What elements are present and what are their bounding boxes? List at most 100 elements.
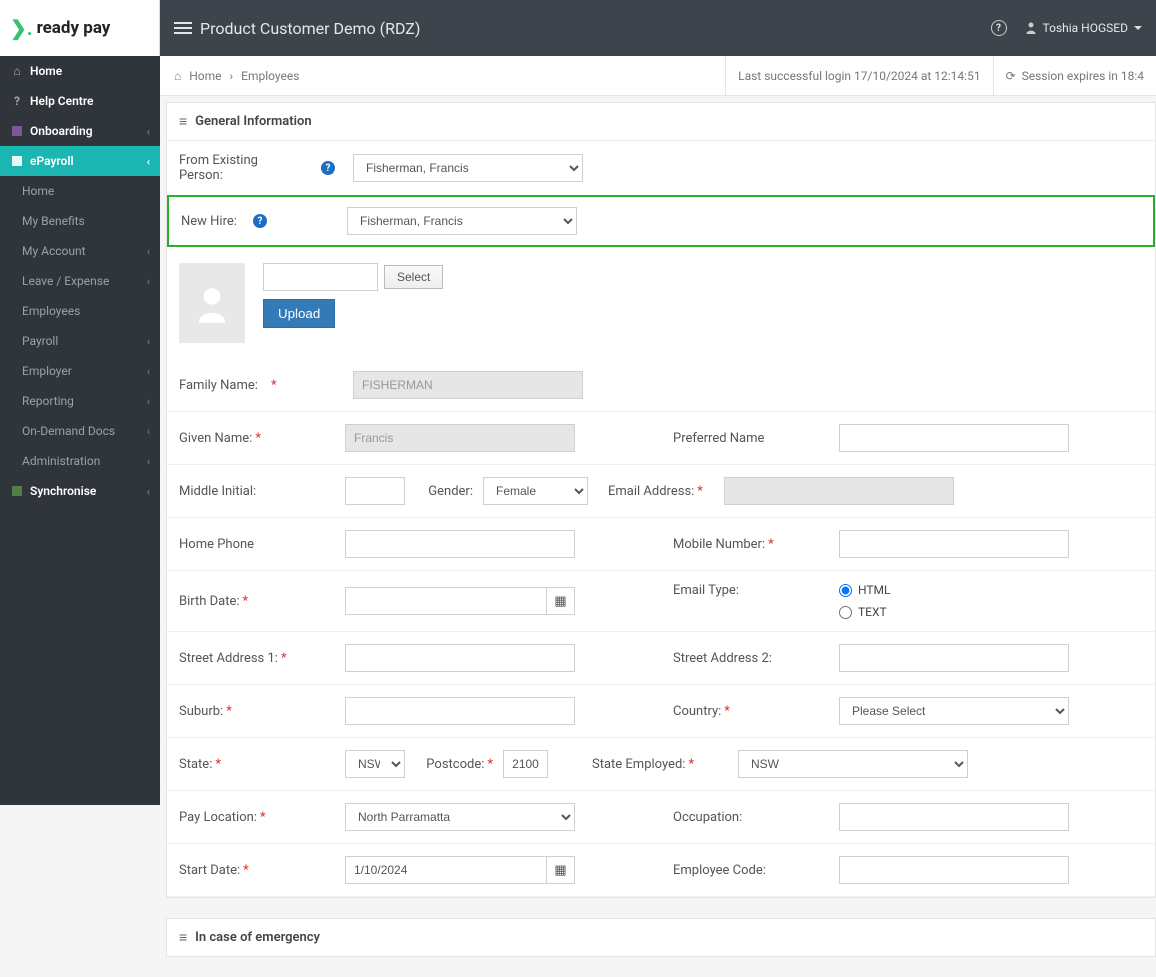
street2-input[interactable] <box>839 644 1069 672</box>
sidebar-item-label: On-Demand Docs <box>22 424 115 438</box>
postcode-input[interactable] <box>503 750 548 778</box>
label-occupation: Occupation: <box>673 810 829 825</box>
sidebar-item-label: Reporting <box>22 394 74 408</box>
panel-title: General Information <box>195 114 311 129</box>
session-expiry-info: ⟳Session expires in 18:4 <box>993 56 1156 95</box>
label-text: Pay Location: <box>179 810 257 825</box>
email-input <box>724 477 954 505</box>
panel-header: ≡ In case of emergency <box>167 919 1155 956</box>
breadcrumb-bar: ⌂ Home › Employees Last successful login… <box>160 56 1156 96</box>
sidebar-item-epayroll[interactable]: ePayroll‹ <box>0 146 160 176</box>
upload-button[interactable]: Upload <box>263 299 335 328</box>
sidebar-item-reporting[interactable]: Reporting ‹ <box>0 386 160 416</box>
sidebar-item-my-benefits[interactable]: My Benefits <box>0 206 160 236</box>
row-from-existing: From Existing Person: ? Fisherman, Franc… <box>167 141 1155 196</box>
home-phone-input[interactable] <box>345 530 575 558</box>
radio-label: HTML <box>858 583 891 597</box>
label-preferred-name: Preferred Name <box>673 431 829 446</box>
chevron-left-icon: ‹ <box>147 395 150 408</box>
chevron-left-icon: ‹ <box>147 335 150 348</box>
list-icon: ≡ <box>179 929 187 946</box>
chevron-left-icon: ‹ <box>147 455 150 468</box>
sidebar-item-label: Employer <box>22 364 72 378</box>
file-name-input[interactable] <box>263 263 378 291</box>
chevron-left-icon: ‹ <box>147 275 150 288</box>
pay-location-select[interactable]: North Parramatta <box>345 803 575 831</box>
label-street1: Street Address 1:* <box>179 651 335 666</box>
radio-html[interactable] <box>839 584 852 597</box>
calendar-icon[interactable]: ▦ <box>547 856 575 884</box>
sidebar-item-ondemand-docs[interactable]: On-Demand Docs‹ <box>0 416 160 446</box>
last-login-info: Last successful login 17/10/2024 at 12:1… <box>725 56 992 95</box>
state-employed-select[interactable]: NSW <box>738 750 968 778</box>
chevron-left-icon: ‹ <box>147 125 150 138</box>
help-icon[interactable]: ? <box>991 20 1007 36</box>
sidebar-item-my-account[interactable]: My Account‹ <box>0 236 160 266</box>
row-birth-emailtype: Birth Date:* ▦ Email Type: HTML TEXT <box>167 571 1155 632</box>
birth-date-input[interactable] <box>345 587 547 615</box>
label-birth-date: Birth Date:* <box>179 594 335 609</box>
select-file-button[interactable]: Select <box>384 265 443 289</box>
label-text: Start Date: <box>179 863 240 878</box>
sidebar-item-leave-expense[interactable]: Leave / Expense ‹ <box>0 266 160 296</box>
help-icon[interactable]: ? <box>253 214 267 228</box>
country-select[interactable]: Please Select <box>839 697 1069 725</box>
middle-initial-input[interactable] <box>345 477 405 505</box>
email-type-text[interactable]: TEXT <box>839 605 891 619</box>
street1-input[interactable] <box>345 644 575 672</box>
suburb-input[interactable] <box>345 697 575 725</box>
calendar-icon[interactable]: ▦ <box>547 587 575 615</box>
chevron-right-icon: › <box>230 69 234 83</box>
panel-header: ≡ General Information <box>167 103 1155 141</box>
sidebar-item-label: Employees <box>22 304 80 318</box>
sidebar-item-synchronise[interactable]: Synchronise‹ <box>0 476 160 506</box>
sidebar-item-label: Administration <box>22 454 100 468</box>
employee-code-input[interactable] <box>839 856 1069 884</box>
label-text: Mobile Number: <box>673 537 765 552</box>
start-date-input[interactable] <box>345 856 547 884</box>
brand-logo: ❯. ready pay <box>0 0 160 56</box>
label-suburb: Suburb:* <box>179 704 335 719</box>
label-text: Email Address: <box>608 484 694 499</box>
refresh-icon[interactable]: ⟳ <box>1006 69 1016 83</box>
label-middle-initial: Middle Initial: <box>179 484 335 499</box>
label-text: Street Address 1: <box>179 651 278 666</box>
sidebar-item-employees[interactable]: Employees <box>0 296 160 326</box>
new-hire-select[interactable]: Fisherman, Francis <box>347 207 577 235</box>
user-menu[interactable]: Toshia HOGSED <box>1025 21 1142 35</box>
menu-toggle-icon[interactable] <box>174 22 192 34</box>
sidebar-item-onboarding[interactable]: Onboarding‹ <box>0 116 160 146</box>
row-street: Street Address 1:* Street Address 2: <box>167 632 1155 685</box>
sidebar-item-help-centre[interactable]: ?Help Centre <box>0 86 160 116</box>
label-text: Suburb: <box>179 704 223 719</box>
row-middle-gender-email: Middle Initial: Gender: Female Email Add… <box>167 465 1155 518</box>
sidebar-item-payroll[interactable]: Payroll‹ <box>0 326 160 356</box>
home-icon: ⌂ <box>12 66 22 76</box>
from-existing-select[interactable]: Fisherman, Francis <box>353 154 583 182</box>
sidebar-item-home[interactable]: ⌂Home <box>0 56 160 86</box>
label-from-existing: From Existing Person: ? <box>179 153 335 183</box>
label-text: State: <box>179 757 212 772</box>
square-icon <box>12 126 22 136</box>
radio-text[interactable] <box>839 606 852 619</box>
sidebar-item-label: Leave / Expense <box>22 274 109 288</box>
chevron-left-icon: ‹ <box>147 485 150 498</box>
user-name: Toshia HOGSED <box>1043 21 1128 35</box>
preferred-name-input[interactable] <box>839 424 1069 452</box>
sidebar-item-sub-home[interactable]: Home <box>0 176 160 206</box>
general-information-panel: ≡ General Information From Existing Pers… <box>166 102 1156 898</box>
chevron-left-icon: ‹ <box>147 245 150 258</box>
gender-select[interactable]: Female <box>483 477 588 505</box>
breadcrumb-home[interactable]: Home <box>189 69 221 83</box>
state-select[interactable]: NSW <box>345 750 405 778</box>
row-state-postcode: State:* NSW Postcode:* State Employed:* … <box>167 738 1155 791</box>
sidebar-item-administration[interactable]: Administration ‹ <box>0 446 160 476</box>
panel-title: In case of emergency <box>195 930 320 945</box>
mobile-input[interactable] <box>839 530 1069 558</box>
email-type-html[interactable]: HTML <box>839 583 891 597</box>
sidebar-item-employer[interactable]: Employer‹ <box>0 356 160 386</box>
help-icon[interactable]: ? <box>321 161 335 175</box>
occupation-input[interactable] <box>839 803 1069 831</box>
emergency-panel: ≡ In case of emergency <box>166 918 1156 957</box>
main-content: ⌂ Home › Employees Last successful login… <box>160 56 1156 957</box>
